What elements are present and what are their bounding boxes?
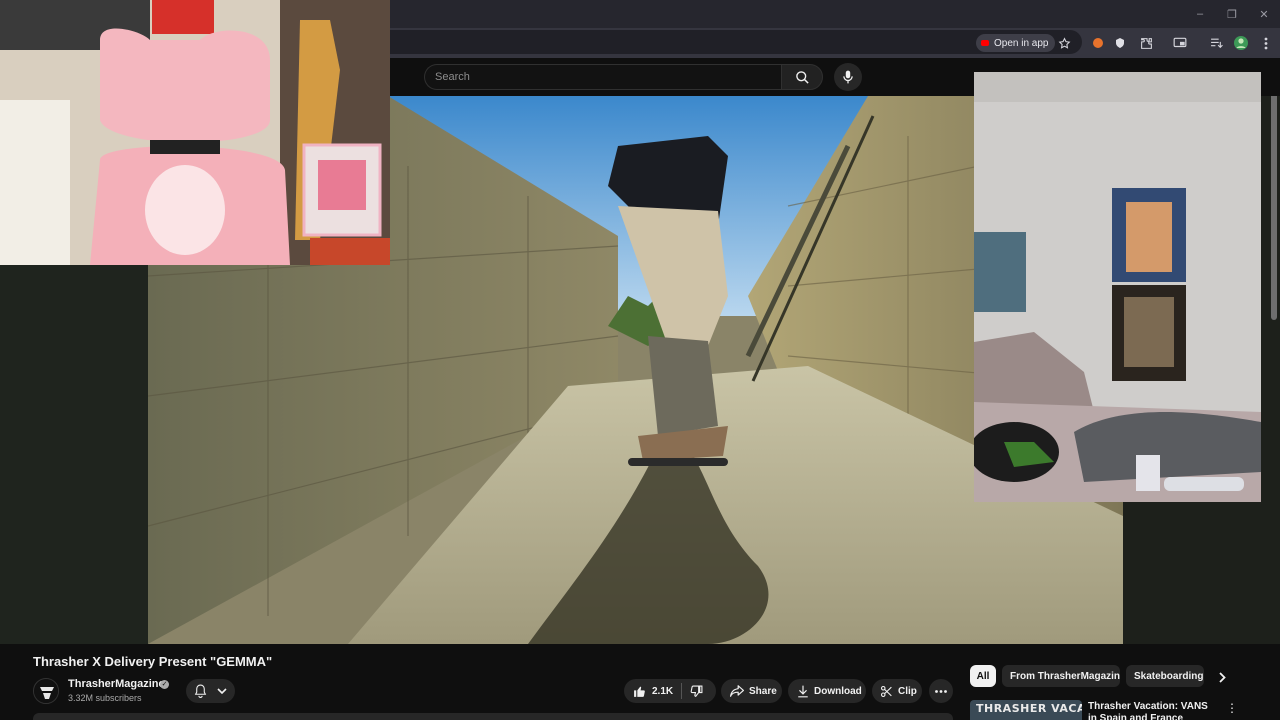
browser-menu-icon[interactable] xyxy=(1256,33,1276,53)
bell-icon xyxy=(194,684,207,698)
chip-all[interactable]: All xyxy=(970,665,996,687)
youtube-logo-icon xyxy=(981,40,989,46)
chip-from-channel[interactable]: From ThrasherMagazine xyxy=(1002,665,1120,687)
share-button[interactable]: Share xyxy=(721,679,782,703)
restore-button[interactable]: ❐ xyxy=(1216,0,1248,28)
cast-icon[interactable] xyxy=(1170,33,1190,53)
share-label: Share xyxy=(749,685,777,697)
scroll-thumb[interactable] xyxy=(1271,96,1277,320)
minimize-button[interactable]: – xyxy=(1184,0,1216,28)
recommendation-thumbnail[interactable]: THRASHER VACATION xyxy=(970,700,1082,720)
like-count: 2.1K xyxy=(652,685,674,697)
extension-shield-icon[interactable] xyxy=(1110,33,1130,53)
search-box[interactable] xyxy=(424,64,782,90)
video-title: Thrasher X Delivery Present "GEMMA" xyxy=(33,654,273,669)
dislike-button[interactable] xyxy=(682,679,711,703)
scissors-icon xyxy=(880,685,892,697)
webcam-overlay-left xyxy=(0,0,390,265)
window-controls: – ❐ ✕ xyxy=(1184,0,1280,28)
search-button[interactable] xyxy=(781,64,823,90)
search-input[interactable] xyxy=(435,65,765,89)
download-icon xyxy=(798,685,808,697)
profile-avatar[interactable] xyxy=(1231,33,1251,53)
more-actions-button[interactable] xyxy=(929,679,953,703)
channel-avatar[interactable] xyxy=(33,678,59,704)
channel-name[interactable]: ThrasherMagazine xyxy=(68,678,165,690)
search-icon xyxy=(795,70,809,84)
star-icon[interactable] xyxy=(1054,33,1074,53)
dislike-icon xyxy=(690,685,703,697)
download-label: Download xyxy=(814,685,862,697)
mic-icon xyxy=(843,70,853,84)
share-icon xyxy=(730,685,744,697)
clip-button[interactable]: Clip xyxy=(872,679,922,703)
screen: – ❐ ✕ Open in app Search Thrasher X Deli… xyxy=(0,0,1280,720)
voice-search-button[interactable] xyxy=(834,63,862,91)
open-in-app-button[interactable]: Open in app xyxy=(976,34,1055,52)
close-button[interactable]: ✕ xyxy=(1248,0,1280,28)
description-box[interactable] xyxy=(33,713,953,720)
verified-badge-icon: ✓ xyxy=(160,680,169,689)
recommendation-title[interactable]: Thrasher Vacation: VANS in Spain and Fra… xyxy=(1088,701,1218,720)
chevron-down-icon xyxy=(217,688,227,694)
open-in-app-label: Open in app xyxy=(994,37,1049,49)
extensions-icon[interactable] xyxy=(1136,33,1156,53)
like-dislike-group: 2.1K xyxy=(624,679,716,703)
chip-skateboarding[interactable]: Skateboarding tr xyxy=(1126,665,1204,687)
like-button[interactable]: 2.1K xyxy=(624,679,681,703)
recommendation-more-icon[interactable]: ⋮ xyxy=(1226,700,1238,716)
clip-label: Clip xyxy=(898,685,917,697)
chevron-right-icon xyxy=(1218,671,1226,683)
notifications-button[interactable] xyxy=(186,679,235,703)
more-icon xyxy=(935,689,947,693)
download-button[interactable]: Download xyxy=(788,679,866,703)
reading-list-icon[interactable] xyxy=(1206,33,1226,53)
extension-orange-icon[interactable] xyxy=(1088,33,1108,53)
recommendation-thumbnail-text: THRASHER VACATION xyxy=(976,702,1082,715)
page-scrollbar[interactable] xyxy=(1268,96,1280,644)
webcam-overlay-right xyxy=(974,72,1261,502)
like-icon xyxy=(634,686,645,697)
chips-next-button[interactable] xyxy=(1212,667,1232,687)
subscriber-count: 3.32M subscribers xyxy=(68,693,142,703)
